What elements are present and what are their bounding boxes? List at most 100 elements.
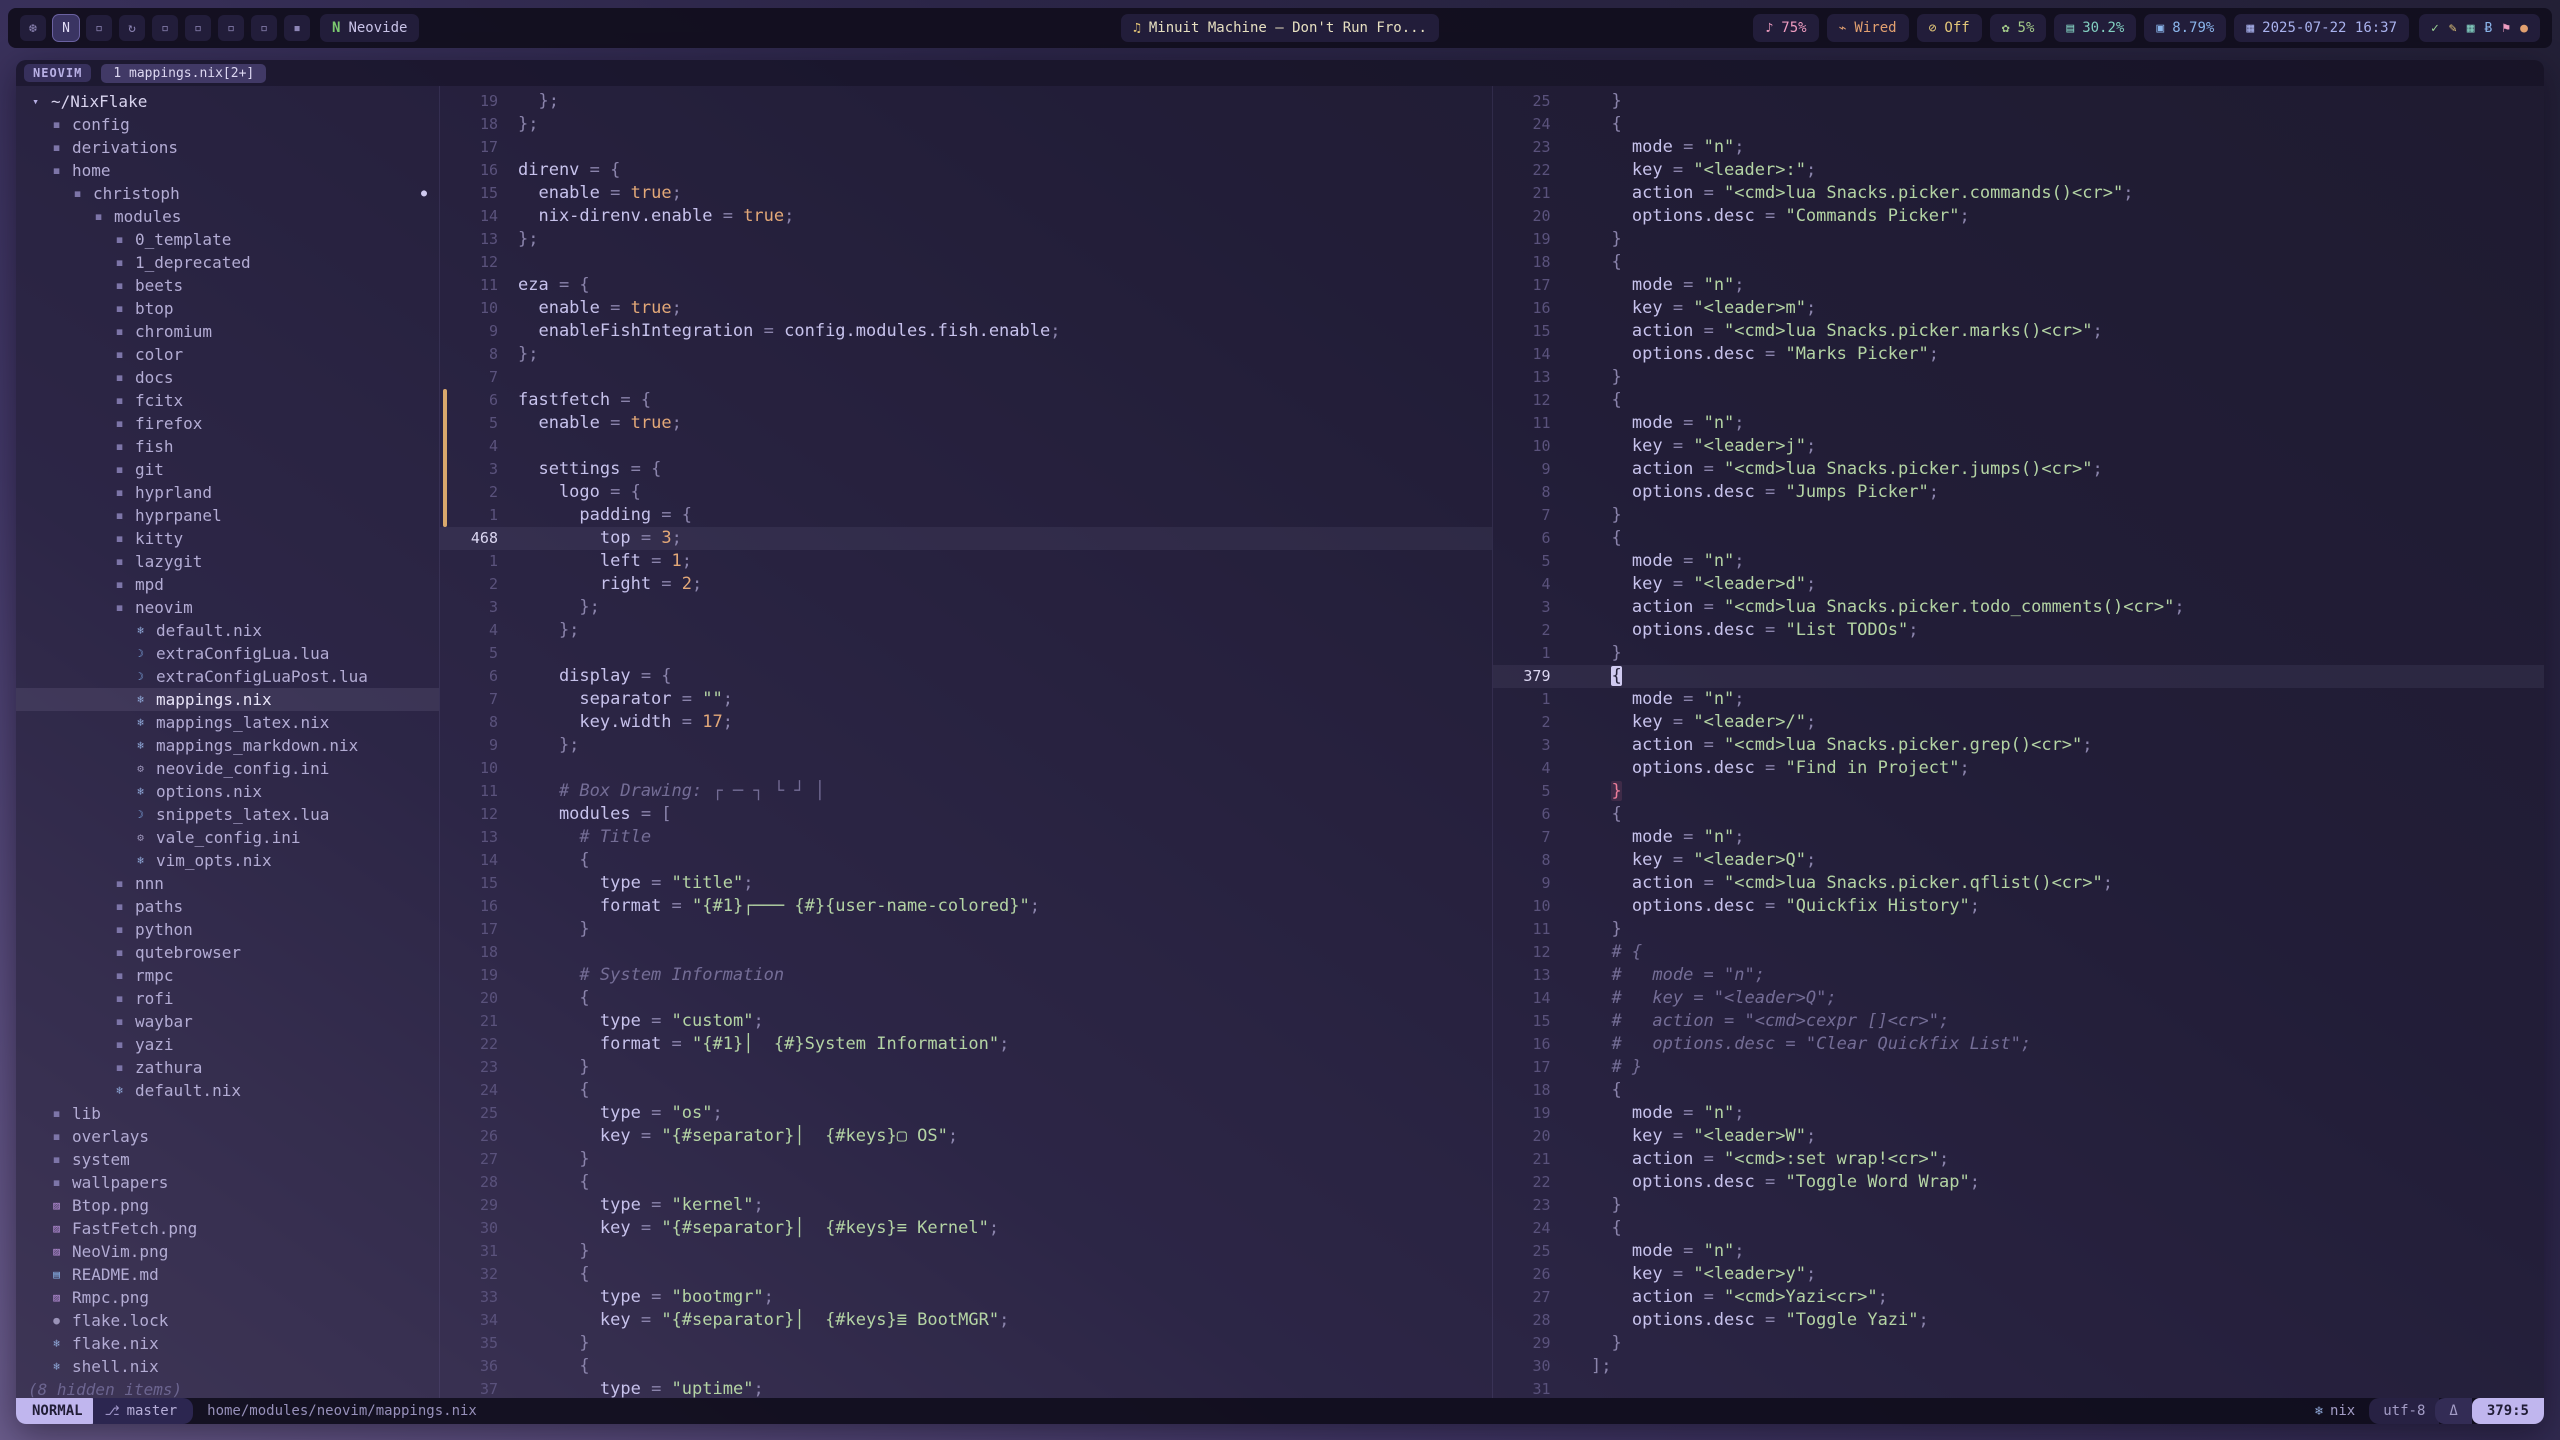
code-line[interactable]: 8 key.width = 17;: [440, 711, 1492, 734]
code-line[interactable]: 17 mode = "n";: [1493, 274, 2545, 297]
tree-item-mappings-markdown-nix[interactable]: ❄mappings_markdown.nix: [16, 734, 439, 757]
tree-item-christoph[interactable]: ◼christoph●: [16, 182, 439, 205]
code-line[interactable]: 19 }: [1493, 228, 2545, 251]
tree-item-mpd[interactable]: ◼mpd: [16, 573, 439, 596]
code-line[interactable]: 22 key = "<leader>:";: [1493, 159, 2545, 182]
code-line[interactable]: 5 mode = "n";: [1493, 550, 2545, 573]
code-line[interactable]: 31 }: [440, 1240, 1492, 1263]
tree-item-vale-config-ini[interactable]: ⚙vale_config.ini: [16, 826, 439, 849]
code-line[interactable]: 23 }: [440, 1056, 1492, 1079]
workspace-button-7[interactable]: ▫: [218, 15, 244, 41]
code-line[interactable]: 3 };: [440, 596, 1492, 619]
code-line[interactable]: 30 ];: [1493, 1355, 2545, 1378]
tree-item-rofi[interactable]: ◼rofi: [16, 987, 439, 1010]
code-line[interactable]: 7 }: [1493, 504, 2545, 527]
code-line[interactable]: 24 {: [440, 1079, 1492, 1102]
workspace-button-6[interactable]: ▫: [185, 15, 211, 41]
code-line[interactable]: 22 format = "{#1}│ {#}System Information…: [440, 1033, 1492, 1056]
tree-item-yazi[interactable]: ◼yazi: [16, 1033, 439, 1056]
code-line[interactable]: 25 }: [1493, 90, 2545, 113]
code-line[interactable]: 13 }: [1493, 366, 2545, 389]
code-line[interactable]: 3 action = "<cmd>lua Snacks.picker.grep(…: [1493, 734, 2545, 757]
code-line[interactable]: 29 type = "kernel";: [440, 1194, 1492, 1217]
tree-item-home[interactable]: ◼home: [16, 159, 439, 182]
code-line[interactable]: 6 {: [1493, 803, 2545, 826]
code-line[interactable]: 17 # }: [1493, 1056, 2545, 1079]
code-line[interactable]: 379 {: [1493, 665, 2545, 688]
module-memory[interactable]: ▤30.2%: [2054, 14, 2136, 42]
code-line[interactable]: 9 action = "<cmd>lua Snacks.picker.jumps…: [1493, 458, 2545, 481]
code-line[interactable]: 8 options.desc = "Jumps Picker";: [1493, 481, 2545, 504]
code-line[interactable]: 8 key = "<leader>Q";: [1493, 849, 2545, 872]
tree-item-neovim-png[interactable]: ▨NeoVim.png: [16, 1240, 439, 1263]
tree-item-modules[interactable]: ◼modules: [16, 205, 439, 228]
tree-item-vim-opts-nix[interactable]: ❄vim_opts.nix: [16, 849, 439, 872]
module-cpu[interactable]: ▣8.79%: [2144, 14, 2226, 42]
module-network[interactable]: ⌁Wired: [1827, 14, 1909, 42]
workspace-button-1[interactable]: ❆: [20, 15, 46, 41]
code-line[interactable]: 34 key = "{#separator}│ {#keys}≣ BootMGR…: [440, 1309, 1492, 1332]
code-line[interactable]: 11 }: [1493, 918, 2545, 941]
tree-item-options-nix[interactable]: ❄options.nix: [16, 780, 439, 803]
code-line[interactable]: 20 options.desc = "Commands Picker";: [1493, 205, 2545, 228]
tree-item-system[interactable]: ◼system: [16, 1148, 439, 1171]
tree-item-btop-png[interactable]: ▨Btop.png: [16, 1194, 439, 1217]
code-line[interactable]: 15 type = "title";: [440, 872, 1492, 895]
code-line[interactable]: 24 {: [1493, 1217, 2545, 1240]
code-line[interactable]: 26 key = "{#separator}│ {#keys}▢ OS";: [440, 1125, 1492, 1148]
editor-pane-left[interactable]: 19 };18};1716direnv = {15 enable = true;…: [440, 86, 1492, 1398]
code-line[interactable]: 21 action = "<cmd>lua Snacks.picker.comm…: [1493, 182, 2545, 205]
workspace-button-4[interactable]: ↻: [119, 15, 145, 41]
tree-item-default-nix[interactable]: ❄default.nix: [16, 619, 439, 642]
module-volume[interactable]: ♪75%: [1753, 14, 1818, 42]
code-line[interactable]: 10 key = "<leader>j";: [1493, 435, 2545, 458]
tree-item-hyprland[interactable]: ◼hyprland: [16, 481, 439, 504]
code-line[interactable]: 18 {: [1493, 1079, 2545, 1102]
code-line[interactable]: 14 nix-direnv.enable = true;: [440, 205, 1492, 228]
tree-item-config[interactable]: ◼config: [16, 113, 439, 136]
editor-pane-right[interactable]: 25 }24 {23 mode = "n";22 key = "<leader>…: [1492, 86, 2545, 1398]
code-line[interactable]: 9 };: [440, 734, 1492, 757]
code-line[interactable]: 20 {: [440, 987, 1492, 1010]
tree-item-zathura[interactable]: ◼zathura: [16, 1056, 439, 1079]
tree-item-paths[interactable]: ◼paths: [16, 895, 439, 918]
tree-item-waybar[interactable]: ◼waybar: [16, 1010, 439, 1033]
code-line[interactable]: 2 key = "<leader>/";: [1493, 711, 2545, 734]
tree-item-docs[interactable]: ◼docs: [16, 366, 439, 389]
workspace-button-9[interactable]: ▪: [284, 15, 310, 41]
tree-item-kitty[interactable]: ◼kitty: [16, 527, 439, 550]
code-line[interactable]: 19 mode = "n";: [1493, 1102, 2545, 1125]
code-line[interactable]: 33 type = "bootmgr";: [440, 1286, 1492, 1309]
code-line[interactable]: 5 }: [1493, 780, 2545, 803]
code-line[interactable]: 27 }: [440, 1148, 1492, 1171]
status-dot-icon[interactable]: ●: [2520, 21, 2528, 36]
code-line[interactable]: 16direnv = {: [440, 159, 1492, 182]
code-line[interactable]: 10: [440, 757, 1492, 780]
display-tray-icon[interactable]: ▦: [2467, 21, 2475, 36]
code-line[interactable]: 24 {: [1493, 113, 2545, 136]
code-line[interactable]: 3 settings = {: [440, 458, 1492, 481]
code-line[interactable]: 30 key = "{#separator}│ {#keys}≡ Kernel"…: [440, 1217, 1492, 1240]
code-line[interactable]: 26 key = "<leader>y";: [1493, 1263, 2545, 1286]
code-line[interactable]: 4 key = "<leader>d";: [1493, 573, 2545, 596]
code-line[interactable]: 2 logo = {: [440, 481, 1492, 504]
code-line[interactable]: 14 # key = "<leader>Q";: [1493, 987, 2545, 1010]
code-line[interactable]: 12 {: [1493, 389, 2545, 412]
code-line[interactable]: 3 action = "<cmd>lua Snacks.picker.todo_…: [1493, 596, 2545, 619]
code-line[interactable]: 15 enable = true;: [440, 182, 1492, 205]
editor-tray-icon[interactable]: ✎: [2449, 21, 2457, 36]
code-line[interactable]: 6 display = {: [440, 665, 1492, 688]
tree-item-color[interactable]: ◼color: [16, 343, 439, 366]
code-line[interactable]: 13 # Title: [440, 826, 1492, 849]
code-line[interactable]: 13 # mode = "n";: [1493, 964, 2545, 987]
tree-item-python[interactable]: ◼python: [16, 918, 439, 941]
code-line[interactable]: 14 {: [440, 849, 1492, 872]
workspace-button-5[interactable]: ▫: [152, 15, 178, 41]
tree-item-lazygit[interactable]: ◼lazygit: [16, 550, 439, 573]
code-line[interactable]: 21 action = "<cmd>:set wrap!<cr>";: [1493, 1148, 2545, 1171]
tree-item-mappings-nix[interactable]: ❄mappings.nix: [16, 688, 439, 711]
code-line[interactable]: 4 };: [440, 619, 1492, 642]
workspace-button-3[interactable]: ▫: [86, 15, 112, 41]
code-line[interactable]: 7 separator = "";: [440, 688, 1492, 711]
tree-item-wallpapers[interactable]: ◼wallpapers: [16, 1171, 439, 1194]
